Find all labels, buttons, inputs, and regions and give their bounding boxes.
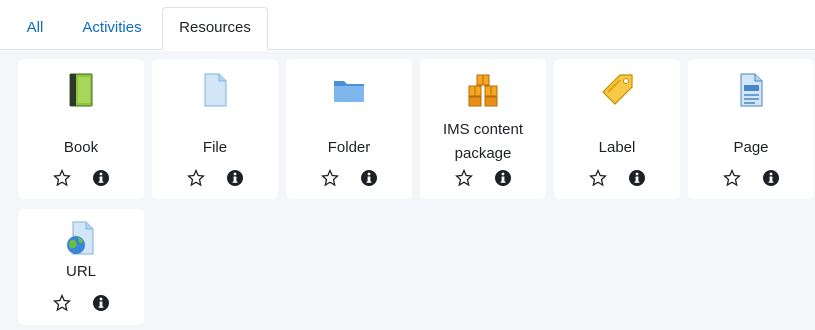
tab-activities[interactable]: Activities [70, 8, 154, 51]
star-icon[interactable] [53, 294, 71, 312]
resource-card-file[interactable]: File [152, 59, 278, 199]
star-icon[interactable] [455, 169, 473, 187]
resource-card-ims-content-package[interactable]: IMS content package [420, 59, 546, 199]
resource-card-book[interactable]: Book [18, 59, 144, 199]
info-icon[interactable] [92, 294, 110, 312]
resource-name-line1: IMS content [442, 121, 524, 138]
info-icon[interactable] [494, 169, 512, 187]
url-globe-icon [67, 221, 94, 255]
resource-card-url[interactable]: URL [18, 209, 144, 325]
file-icon [204, 73, 227, 107]
ims-package-icon [468, 74, 498, 107]
star-icon[interactable] [53, 169, 71, 187]
info-icon[interactable] [92, 169, 110, 187]
resource-name: Folder [327, 139, 371, 156]
resource-card-label[interactable]: Label [554, 59, 680, 199]
label-tag-icon [602, 74, 633, 105]
chooser-tabs: All Activities Resources [0, 0, 815, 50]
resource-name: Page [733, 139, 769, 156]
resource-card-folder[interactable]: Folder [286, 59, 412, 199]
tab-resources[interactable]: Resources [162, 7, 268, 50]
star-icon[interactable] [187, 169, 205, 187]
resource-name: URL [65, 263, 96, 280]
info-icon[interactable] [628, 169, 646, 187]
tab-all[interactable]: All [14, 8, 56, 51]
resource-name-line2: package [454, 145, 512, 162]
star-icon[interactable] [589, 169, 607, 187]
info-icon[interactable] [360, 169, 378, 187]
folder-icon [334, 81, 364, 102]
resource-card-page[interactable]: Page [688, 59, 814, 199]
resource-name: File [202, 139, 228, 156]
star-icon[interactable] [321, 169, 339, 187]
resources-panel: Book File Folder IMS content package Lab… [0, 51, 815, 330]
resource-name: Label [598, 139, 636, 156]
info-icon[interactable] [226, 169, 244, 187]
book-icon [69, 73, 93, 107]
resource-name: Book [63, 139, 99, 156]
info-icon[interactable] [762, 169, 780, 187]
star-icon[interactable] [723, 169, 741, 187]
page-icon [740, 73, 763, 107]
